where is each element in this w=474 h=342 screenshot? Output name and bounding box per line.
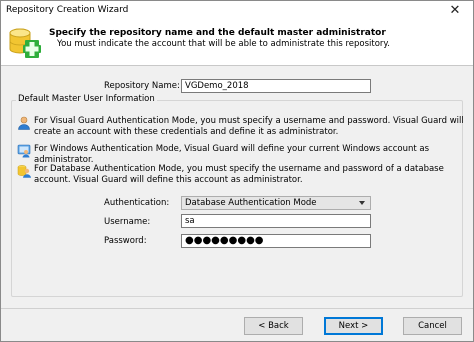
repository-name-input[interactable]: VGDemo_2018 bbox=[181, 79, 371, 93]
back-button[interactable]: < Back bbox=[244, 317, 303, 335]
authentication-select[interactable]: Database Authentication Mode bbox=[181, 196, 371, 210]
next-button[interactable]: Next > bbox=[324, 317, 383, 335]
database-user-icon bbox=[17, 165, 31, 178]
database-add-icon bbox=[9, 28, 41, 58]
info-text: For Windows Authentication Mode, Visual … bbox=[34, 144, 430, 165]
password-input[interactable]: ●●●●●●●●● bbox=[181, 234, 371, 248]
cancel-button[interactable]: Cancel bbox=[403, 317, 462, 335]
header-title: Specify the repository name and the defa… bbox=[49, 28, 386, 38]
wizard-header: Specify the repository name and the defa… bbox=[1, 20, 473, 66]
header-subtitle: You must indicate the account that will … bbox=[57, 39, 390, 49]
authentication-value: Database Authentication Mode bbox=[185, 198, 317, 208]
authentication-label: Authentication: bbox=[104, 198, 170, 208]
username-label: Username: bbox=[104, 217, 151, 227]
info-text: For Database Authentication Mode, you mu… bbox=[34, 164, 444, 185]
info-text: For Visual Guard Authentication Mode, yo… bbox=[34, 116, 464, 137]
password-label: Password: bbox=[104, 236, 147, 246]
close-icon[interactable]: ✕ bbox=[441, 1, 469, 19]
username-input[interactable]: sa bbox=[181, 214, 371, 228]
window-title: Repository Creation Wizard bbox=[6, 5, 129, 15]
repository-name-label: Repository Name: bbox=[104, 81, 180, 91]
windows-user-icon bbox=[17, 144, 31, 158]
user-icon bbox=[18, 116, 30, 130]
title-bar: Repository Creation Wizard ✕ bbox=[1, 1, 473, 20]
chevron-down-icon bbox=[359, 201, 365, 205]
wizard-window: Repository Creation Wizard ✕ Specify the… bbox=[0, 0, 474, 342]
wizard-footer: < Back Next > Cancel bbox=[1, 308, 473, 342]
group-legend: Default Master User Information bbox=[16, 94, 157, 104]
